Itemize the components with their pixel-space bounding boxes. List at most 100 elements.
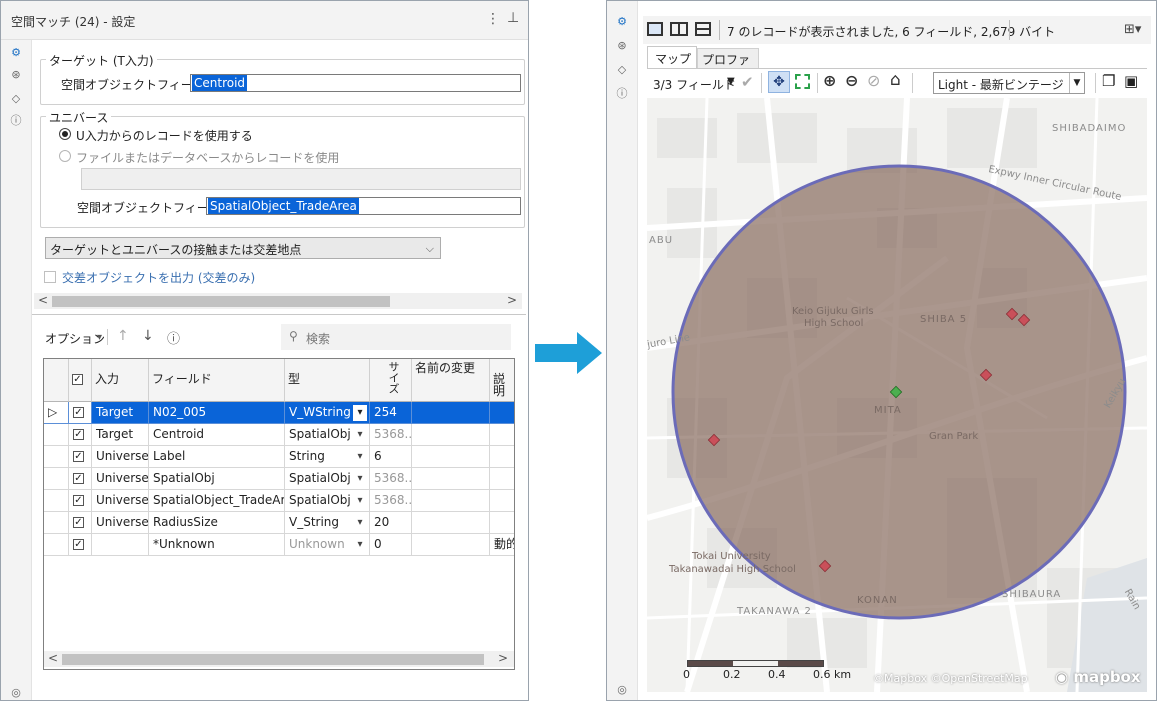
size-cell[interactable]: 5368... — [370, 490, 412, 512]
copy-icon[interactable]: ❐ — [1102, 72, 1115, 90]
tag-icon[interactable]: ◇ — [9, 92, 23, 106]
scrollbar-thumb[interactable] — [52, 296, 390, 307]
map-view[interactable]: SHIBADAIMO Expwy Inner Circular Route AB… — [647, 98, 1147, 692]
more-menu-icon[interactable]: ⋮ — [486, 11, 500, 27]
zoom-out-icon[interactable]: ⊖ — [845, 71, 858, 90]
rename-cell[interactable] — [412, 512, 490, 534]
rename-cell[interactable] — [412, 534, 490, 556]
row-indicator[interactable] — [44, 512, 69, 534]
row-indicator[interactable] — [44, 490, 69, 512]
row-checkbox-cell[interactable]: ✓ — [69, 468, 92, 490]
split-vertical-icon[interactable] — [670, 22, 688, 36]
table-row[interactable]: ▷ ✓ Target N02_005 V_WString ▾ 254 — [44, 402, 514, 424]
table-row[interactable]: ✓ Universe SpatialObj SpatialObj ▾ 5368... — [44, 468, 514, 490]
save-icon[interactable]: ▣ — [1124, 72, 1138, 90]
zoom-selection-icon[interactable]: ⊘ — [867, 71, 880, 90]
size-cell[interactable]: 5368... — [370, 424, 412, 446]
options-dropdown-icon[interactable]: ▾ — [97, 332, 102, 343]
type-dropdown-icon[interactable]: ▾ — [353, 512, 367, 533]
grid-header-size[interactable]: サイズ — [370, 359, 412, 402]
size-cell[interactable]: 5368... — [370, 468, 412, 490]
desc-cell[interactable] — [490, 468, 514, 490]
table-row[interactable]: ✓ *Unknown Unknown ▾0 動的 — [44, 534, 514, 556]
desc-cell[interactable] — [490, 512, 514, 534]
universe-field-input[interactable]: SpatialObject_TradeArea — [206, 197, 521, 215]
type-dropdown-icon[interactable]: ▾ — [353, 446, 367, 467]
grid-scrollbar-thumb[interactable] — [62, 654, 484, 665]
radio-u-input[interactable] — [59, 128, 71, 140]
grid-header-rename[interactable]: 名前の変更 — [412, 359, 490, 402]
type-cell[interactable]: Unknown ▾ — [285, 534, 370, 556]
row-checkbox-cell[interactable]: ✓ — [69, 534, 92, 556]
row-checkbox[interactable]: ✓ — [73, 407, 84, 418]
type-cell[interactable]: SpatialObj ▾ — [285, 468, 370, 490]
table-row[interactable]: ✓UniverseSpatialObject_TradeAreaSpatialO… — [44, 490, 514, 512]
grid-header-select-all[interactable]: ✓ — [69, 359, 92, 402]
connection-icon[interactable]: ⊛ — [9, 68, 23, 82]
field-cell[interactable]: SpatialObject_TradeArea — [149, 490, 285, 512]
grid-scroll-left-icon[interactable]: < — [48, 651, 58, 665]
move-up-icon[interactable]: ↑ — [117, 328, 129, 344]
connection-icon[interactable]: ⊛ — [615, 39, 629, 53]
fields-selector[interactable]: 3/3 フィールド — [653, 76, 736, 93]
home-icon[interactable]: ⌂ — [890, 70, 901, 90]
field-cell[interactable]: SpatialObj — [149, 468, 285, 490]
desc-cell[interactable] — [490, 402, 514, 424]
row-indicator[interactable] — [44, 468, 69, 490]
type-dropdown-icon[interactable]: ▾ — [353, 490, 367, 511]
grid-header-input[interactable]: 入力 — [92, 359, 149, 402]
type-cell[interactable]: V_WString ▾ — [285, 402, 370, 424]
size-cell[interactable]: 6 — [370, 446, 412, 468]
match-type-select[interactable]: ターゲットとユニバースの接触または交差地点 ⌵ — [45, 237, 441, 259]
table-row[interactable]: ✓ Universe RadiusSize V_String ▾ 20 — [44, 512, 514, 534]
basemap-select[interactable]: Light - 最新ビンテージ ▼ — [933, 72, 1085, 94]
size-cell[interactable]: 20 — [370, 512, 412, 534]
desc-cell[interactable] — [490, 490, 514, 512]
input-cell[interactable]: Universe — [92, 512, 149, 534]
field-cell[interactable]: Label — [149, 446, 285, 468]
tab-profile[interactable]: プロファイル — [697, 48, 759, 84]
grid-horizontal-scrollbar[interactable]: < > — [44, 651, 514, 667]
info-icon[interactable]: ⓘ — [167, 328, 180, 347]
input-cell[interactable]: Universe — [92, 446, 149, 468]
row-checkbox[interactable]: ✓ — [73, 451, 84, 462]
layout-menu-icon[interactable]: ⊞▾ — [1124, 22, 1141, 37]
table-row[interactable]: ✓ Universe Label String ▾ 6 — [44, 446, 514, 468]
row-checkbox[interactable]: ✓ — [73, 539, 84, 550]
gear-icon[interactable]: ⚙ — [615, 15, 629, 29]
file-path-input[interactable] — [81, 168, 521, 190]
fields-dropdown-icon[interactable]: ▼ — [727, 76, 735, 87]
row-indicator[interactable] — [44, 424, 69, 446]
input-cell[interactable]: Universe — [92, 490, 149, 512]
size-cell[interactable]: 254 — [370, 402, 412, 424]
row-checkbox[interactable]: ✓ — [73, 429, 84, 440]
help-icon[interactable]: ⓘ — [615, 87, 629, 101]
table-row[interactable]: ✓ Target Centroid SpatialObj ▾ 5368... — [44, 424, 514, 446]
input-cell[interactable]: Universe — [92, 468, 149, 490]
map-attribution[interactable]: ©Mapbox ©OpenStreetMap — [873, 672, 1028, 685]
select-all-checkbox[interactable]: ✓ — [72, 374, 83, 385]
grid-header-description[interactable]: 説明 — [490, 359, 514, 402]
radio-file-db[interactable] — [59, 150, 71, 162]
grid-header-field[interactable]: フィールド — [149, 359, 285, 402]
type-cell[interactable]: String ▾ — [285, 446, 370, 468]
grid-scroll-right-icon[interactable]: > — [498, 651, 508, 665]
desc-cell[interactable]: 動的 — [490, 534, 514, 556]
output-intersection-checkbox[interactable] — [44, 271, 56, 283]
options-menu-label[interactable]: オプション — [45, 330, 105, 347]
desc-cell[interactable] — [490, 446, 514, 468]
row-indicator[interactable]: ▷ — [44, 402, 69, 424]
tag-icon[interactable]: ◇ — [615, 63, 629, 77]
type-dropdown-icon[interactable]: ▾ — [353, 405, 367, 421]
type-dropdown-icon[interactable]: ▾ — [353, 424, 367, 445]
field-cell[interactable]: RadiusSize — [149, 512, 285, 534]
tab-map[interactable]: マップ — [647, 46, 697, 68]
field-cell[interactable]: N02_005 — [149, 402, 285, 424]
type-dropdown-icon[interactable]: ▾ — [353, 468, 367, 489]
search-box[interactable]: ⚲ 検索 — [281, 324, 511, 350]
type-dropdown-icon[interactable]: ▾ — [353, 534, 367, 555]
row-checkbox[interactable]: ✓ — [73, 473, 84, 484]
row-checkbox[interactable]: ✓ — [73, 495, 84, 506]
row-checkbox-cell[interactable]: ✓ — [69, 490, 92, 512]
apply-check-icon[interactable]: ✔ — [741, 73, 754, 91]
